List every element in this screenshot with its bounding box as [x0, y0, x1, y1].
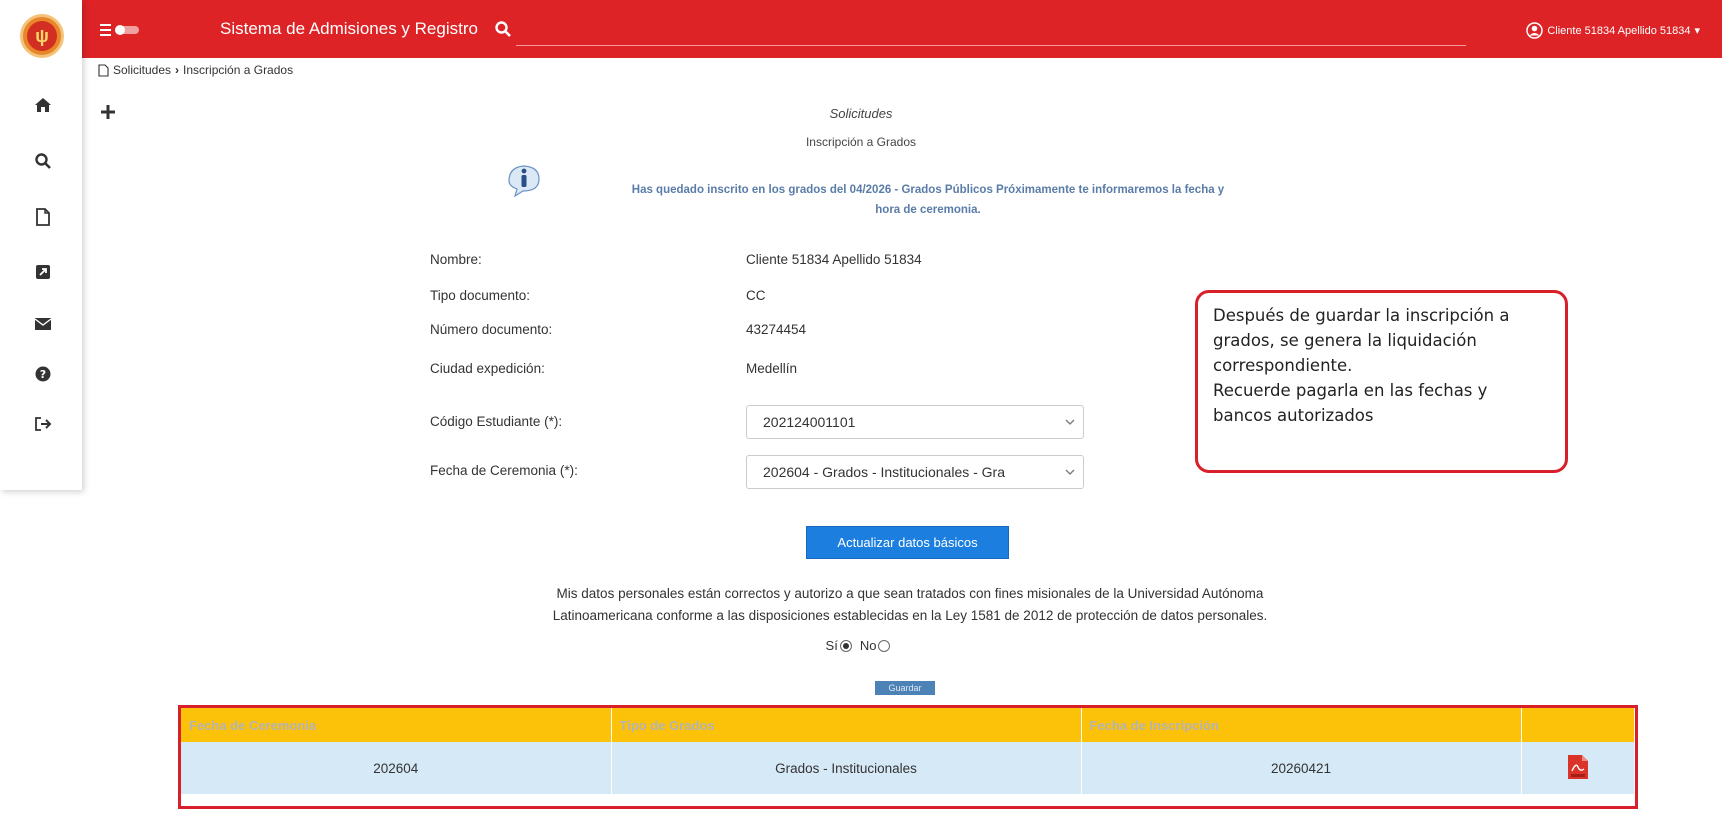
chevron-down-icon [1065, 419, 1075, 425]
table-header-row: Fecha de Ceremonia Tipo de Grados Fecha … [181, 708, 1635, 742]
inscriptions-table: Fecha de Ceremonia Tipo de Grados Fecha … [178, 705, 1638, 809]
pdf-icon[interactable] [1567, 754, 1589, 780]
callout-note: Después de guardar la inscripción a grad… [1195, 290, 1568, 473]
tipo-documento-label: Tipo documento: [430, 288, 531, 303]
chevron-down-icon [1065, 469, 1075, 475]
callout-line: Recuerde pagarla en las fechas y [1213, 381, 1488, 400]
consent-line: Latinoamericana conforme a las disposici… [552, 608, 1268, 623]
consent-no-label: No [859, 638, 877, 653]
column-header: Fecha de Ceremonia [181, 708, 612, 742]
home-icon[interactable] [34, 96, 52, 114]
codigo-estudiante-label: Código Estudiante (*): [430, 414, 563, 429]
user-menu[interactable]: Cliente 51834 Apellido 51834 ▾ [1526, 22, 1700, 39]
column-header: Tipo de Grados [611, 708, 1082, 742]
search-input[interactable] [516, 45, 1466, 46]
notice-line: Has quedado inscrito en los grados del 0… [631, 184, 1225, 196]
table-cell: 20260421 [1081, 742, 1522, 794]
caret-down-icon: ▾ [1694, 25, 1700, 37]
external-link-icon[interactable] [34, 263, 52, 281]
fecha-ceremonia-select[interactable]: 202604 - Grados - Institucionales - Gra [746, 455, 1084, 489]
save-button[interactable]: Guardar [875, 681, 935, 695]
table-cell: Grados - Institucionales [611, 742, 1082, 794]
document-icon [98, 63, 109, 77]
breadcrumb-current: Inscripción a Grados [183, 63, 294, 77]
fecha-ceremonia-label: Fecha de Ceremonia (*): [430, 463, 578, 478]
numero-documento-label: Número documento: [430, 322, 553, 337]
sign-out-icon[interactable] [34, 415, 52, 433]
help-icon[interactable]: ? [34, 365, 52, 383]
top-bar: Sistema de Admisiones y Registro Cliente… [82, 0, 1722, 58]
update-basic-data-button[interactable]: Actualizar datos básicos [806, 526, 1009, 559]
search-icon[interactable] [34, 152, 52, 170]
ciudad-expedicion-value: Medellín [746, 361, 798, 376]
app-title[interactable]: Sistema de Admisiones y Registro [220, 19, 478, 39]
breadcrumb-parent[interactable]: Solicitudes [113, 63, 171, 77]
notice-message: Has quedado inscrito en los grados del 0… [548, 180, 1308, 220]
codigo-estudiante-select[interactable]: 202124001101 [746, 405, 1084, 439]
callout-line: Después de guardar la inscripción a [1213, 306, 1510, 325]
table-row: 202604 Grados - Institucionales 20260421 [181, 742, 1635, 794]
document-icon[interactable] [34, 208, 52, 226]
notice-line: hora de ceremonia. [875, 204, 981, 216]
table-cell: 202604 [181, 742, 612, 794]
consent-radio-group: Sí No [0, 638, 1722, 653]
info-icon [505, 163, 543, 198]
nombre-label: Nombre: [430, 252, 482, 267]
numero-documento-value: 43274454 [746, 322, 807, 337]
consent-yes-radio[interactable] [839, 639, 852, 652]
svg-text:?: ? [40, 368, 46, 381]
consent-no-radio[interactable] [878, 639, 891, 652]
university-logo[interactable]: ψ [20, 14, 64, 58]
side-rail: ψ ? [0, 0, 82, 490]
callout-line: bancos autorizados [1213, 406, 1374, 425]
consent-yes-label: Sí [825, 638, 838, 653]
user-name: Cliente 51834 Apellido 51834 [1547, 24, 1691, 37]
breadcrumb: Solicitudes › Inscripción a Grados [98, 63, 293, 77]
envelope-icon[interactable] [34, 315, 52, 333]
codigo-estudiante-value: 202124001101 [763, 414, 856, 430]
chevron-right-icon: › [175, 63, 180, 77]
page-subtitle: Inscripción a Grados [805, 135, 917, 149]
nombre-value: Cliente 51834 Apellido 51834 [746, 252, 922, 267]
consent-line: Mis datos personales están correctos y a… [556, 586, 1264, 601]
column-header: Fecha de Inscripción [1081, 708, 1522, 742]
search-icon[interactable] [494, 20, 512, 38]
tipo-documento-value: CC [746, 288, 766, 303]
fecha-ceremonia-value: 202604 - Grados - Institucionales - Gra [763, 464, 1006, 480]
menu-toggle-icon[interactable] [100, 23, 156, 36]
table-cell [1521, 742, 1635, 794]
callout-line: grados, se genera la liquidación [1213, 331, 1477, 350]
column-header [1521, 708, 1635, 742]
user-circle-icon [1526, 22, 1544, 39]
ciudad-expedicion-label: Ciudad expedición: [430, 361, 545, 376]
callout-line: correspondiente. [1213, 356, 1353, 375]
consent-text: Mis datos personales están correctos y a… [440, 583, 1380, 627]
page-title: Solicitudes [829, 106, 893, 121]
